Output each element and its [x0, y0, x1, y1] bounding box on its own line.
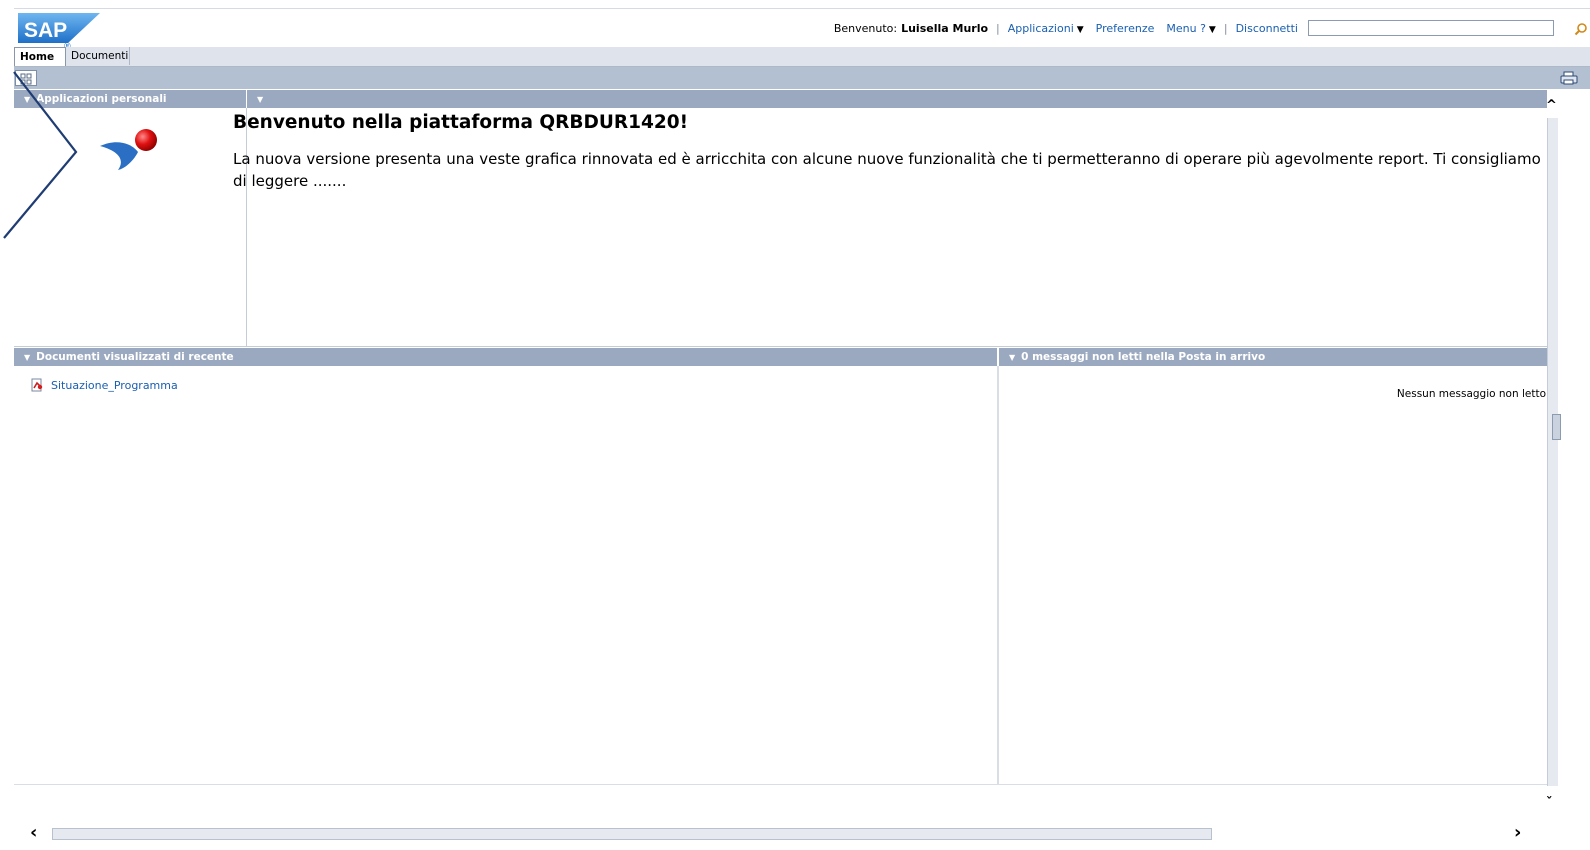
link-preferenze[interactable]: Preferenze — [1096, 22, 1155, 35]
inbox-panel — [999, 366, 1547, 784]
scroll-right-icon[interactable]: › — [1514, 822, 1521, 843]
welcome-heading: Benvenuto nella piattaforma QRBDUR1420! — [233, 112, 689, 133]
menu-help[interactable]: Menu ? ▼ — [1166, 22, 1215, 35]
collapse-arrow-icon[interactable]: ▼ — [1009, 349, 1015, 366]
welcome-label: Benvenuto: — [833, 21, 898, 35]
panel-title: Documenti visualizzati di recente — [36, 351, 234, 363]
empty-inbox-text: Nessun messaggio non letto — [1396, 388, 1546, 400]
sap-logo: SAP ® — [18, 13, 100, 50]
panel-header-applicazioni-personali[interactable]: ▼ Applicazioni personali — [14, 90, 246, 108]
toolbar — [14, 67, 1590, 89]
tab-bar: Home Documenti — [14, 47, 1590, 67]
menu-help-label: Menu ? — [1166, 21, 1206, 35]
panel-header-posta[interactable]: ▼ 0 messaggi non letti nella Posta in arr… — [999, 348, 1547, 366]
user-name: Luisella Murlo — [901, 21, 989, 35]
tab-home[interactable]: Home — [14, 47, 66, 66]
splitter-handle[interactable] — [1552, 414, 1561, 440]
menu-applicazioni[interactable]: Applicazioni ▼ — [1008, 22, 1084, 35]
welcome-body-text: La nuova versione presenta una veste gra… — [233, 150, 1541, 190]
report-document-icon — [31, 378, 43, 392]
header-divider — [14, 8, 1590, 9]
header-user-bar: Benvenuto: Luisella Murlo | Applicazioni… — [834, 20, 1554, 36]
welcome-panel — [247, 108, 1547, 346]
link-disconnetti[interactable]: Disconnetti — [1236, 22, 1298, 35]
panel-divider — [14, 346, 1547, 347]
logo-text: SAP — [24, 19, 67, 42]
collapse-arrow-icon[interactable]: ▼ — [24, 91, 30, 108]
chevron-down-icon: ▼ — [1208, 24, 1216, 35]
search-input[interactable] — [1308, 20, 1554, 36]
vertical-scrollbar[interactable] — [1547, 118, 1558, 786]
menu-applicazioni-label: Applicazioni — [1007, 21, 1074, 35]
scroll-up-icon[interactable]: ^ — [1546, 98, 1557, 113]
scroll-down-icon[interactable]: ˇ — [1546, 796, 1553, 811]
separator: | — [1223, 21, 1228, 35]
separator: | — [996, 21, 1000, 35]
panels-bottom-border — [14, 784, 1547, 785]
print-icon[interactable] — [1560, 71, 1578, 85]
grid-icon — [20, 73, 32, 85]
layout-button[interactable] — [15, 70, 37, 86]
search-icon[interactable] — [1574, 22, 1588, 36]
recent-document-label: Situazione_Programma — [51, 378, 178, 392]
chevron-down-icon: ▼ — [1076, 24, 1084, 35]
panel-header-main[interactable]: ▼ — [247, 90, 1547, 108]
collapse-arrow-icon[interactable]: ▼ — [24, 349, 30, 366]
panel-title: Applicazioni personali — [36, 93, 167, 105]
bobj-logo-icon[interactable] — [96, 128, 166, 172]
tab-documenti[interactable]: Documenti — [66, 47, 130, 65]
panel-header-documenti-recenti[interactable]: ▼ Documenti visualizzati di recente — [14, 348, 997, 366]
scroll-left-icon[interactable]: ‹ — [30, 822, 37, 843]
collapse-arrow-icon[interactable]: ▼ — [257, 91, 263, 108]
horizontal-scrollbar[interactable] — [52, 828, 1212, 840]
recent-document-link[interactable]: Situazione_Programma — [30, 378, 178, 392]
panel-title: 0 messaggi non letti nella Posta in arri… — [1021, 351, 1266, 363]
recent-documents-panel — [14, 366, 999, 784]
